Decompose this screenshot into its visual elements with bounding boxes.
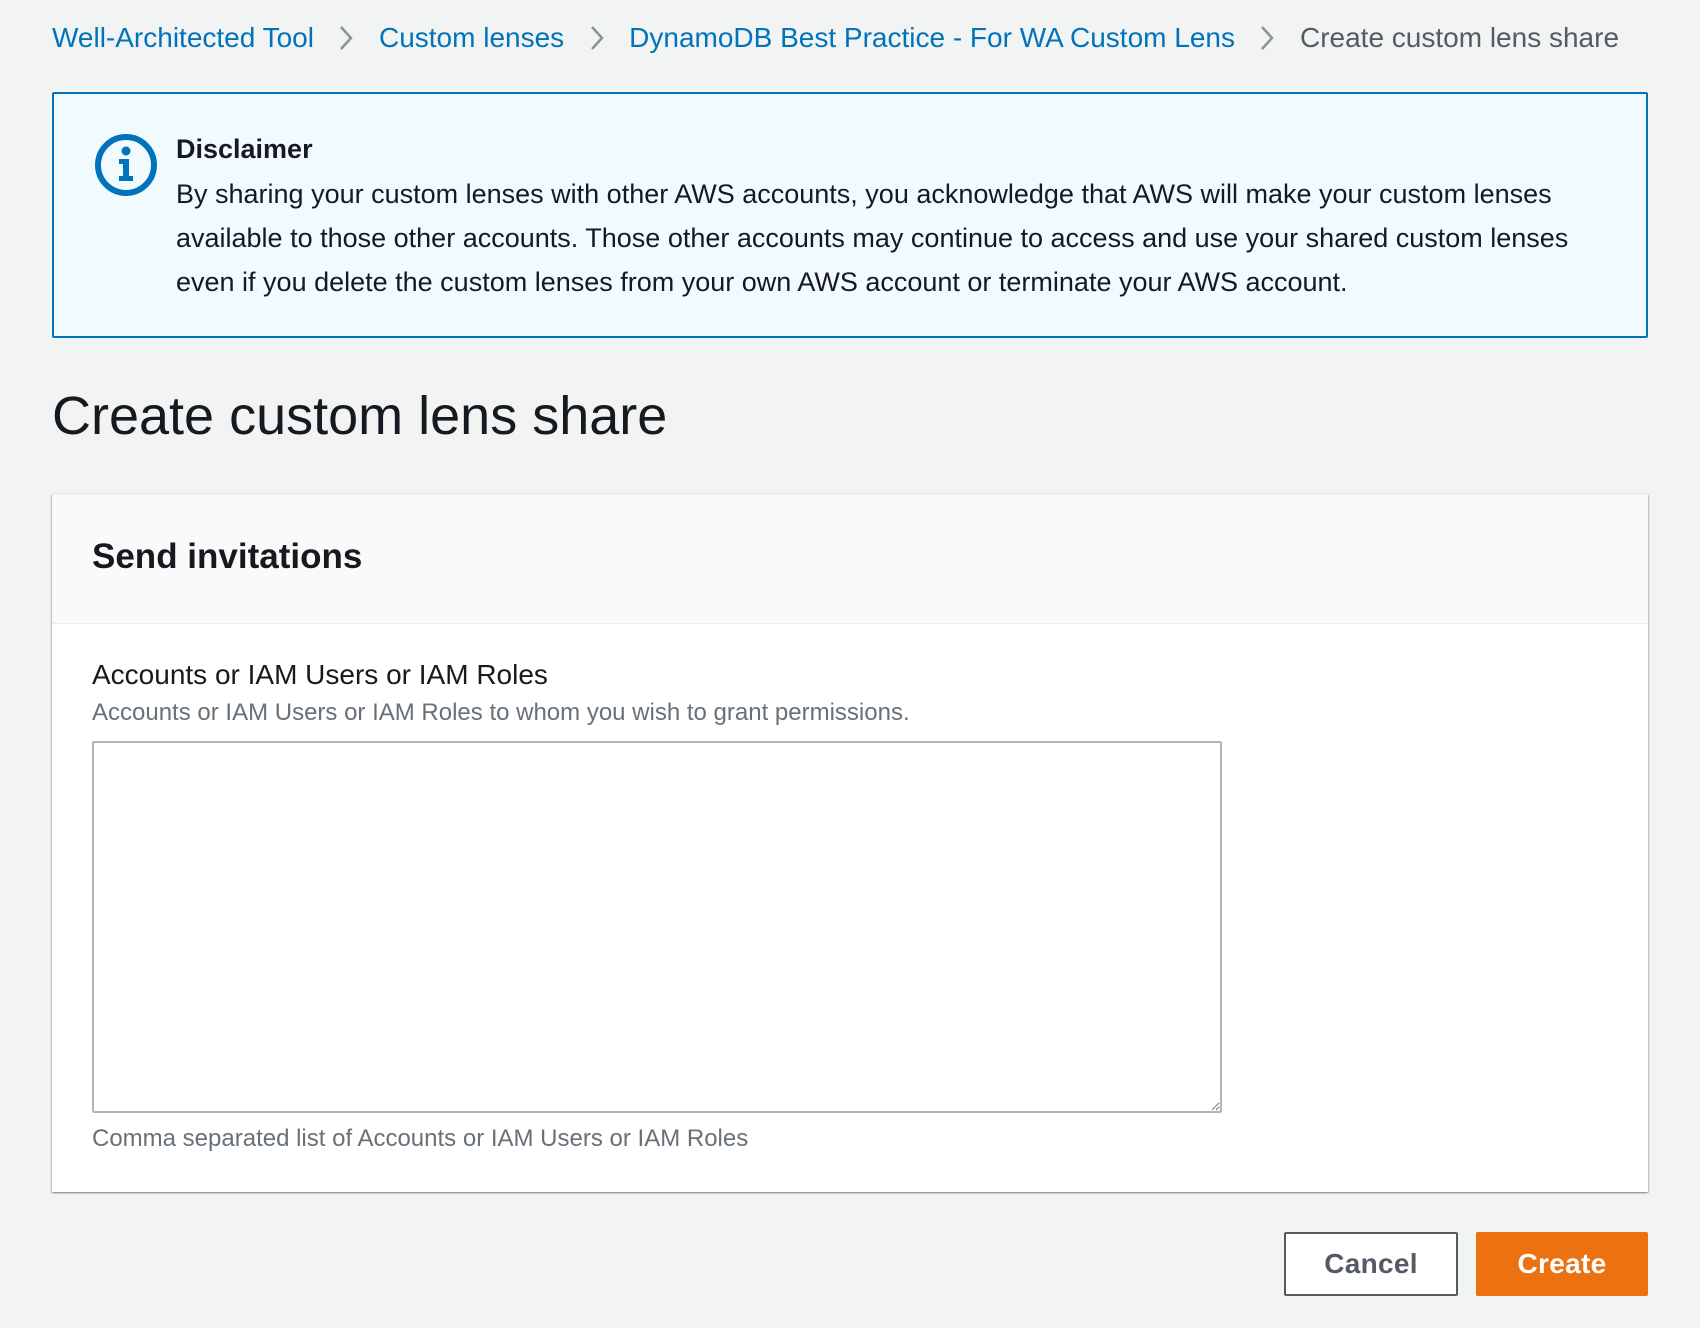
create-button[interactable]: Create xyxy=(1476,1232,1648,1296)
disclaimer-body: Disclaimer By sharing your custom lenses… xyxy=(176,132,1606,304)
accounts-field-description: Accounts or IAM Users or IAM Roles to wh… xyxy=(92,699,910,726)
breadcrumb-link-custom-lenses[interactable]: Custom lenses xyxy=(379,22,564,54)
page-title: Create custom lens share xyxy=(52,386,668,446)
container-title: Send invitations xyxy=(92,537,363,576)
send-invitations-container: Send invitations Accounts or IAM Users o… xyxy=(52,494,1648,1192)
disclaimer-text: By sharing your custom lenses with other… xyxy=(176,179,1569,297)
container-header: Send invitations xyxy=(52,495,1648,624)
accounts-field-label: Accounts or IAM Users or IAM Roles xyxy=(92,659,548,690)
accounts-form-field: Accounts or IAM Users or IAM Roles Accou… xyxy=(92,657,1222,1155)
breadcrumb-current: Create custom lens share xyxy=(1299,22,1620,53)
disclaimer-title: Disclaimer xyxy=(176,134,313,164)
info-icon xyxy=(93,132,159,198)
accounts-textarea[interactable] xyxy=(92,741,1222,1113)
chevron-right-icon xyxy=(1235,25,1300,51)
cancel-button[interactable]: Cancel xyxy=(1284,1232,1458,1296)
chevron-right-icon xyxy=(564,25,629,51)
chevron-right-icon xyxy=(314,25,379,51)
breadcrumb: Well-Architected Tool Custom lenses Dyna… xyxy=(52,18,1619,58)
disclaimer-alert: Disclaimer By sharing your custom lenses… xyxy=(52,92,1648,338)
accounts-field-constraint: Comma separated list of Accounts or IAM … xyxy=(92,1125,749,1152)
form-actions: Cancel Create xyxy=(1284,1232,1648,1296)
breadcrumb-link-well-architected-tool[interactable]: Well-Architected Tool xyxy=(52,22,314,54)
breadcrumb-link-lens[interactable]: DynamoDB Best Practice - For WA Custom L… xyxy=(629,22,1235,54)
